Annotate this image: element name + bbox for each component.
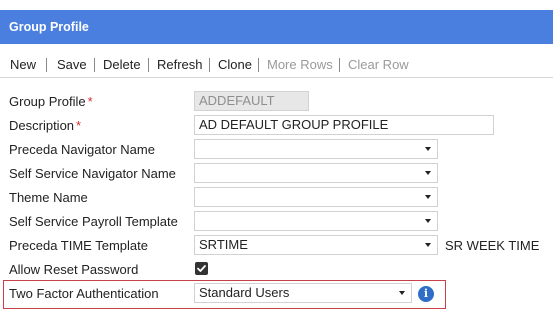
toolbar-divider — [148, 58, 149, 72]
chevron-down-icon — [425, 243, 431, 247]
save-button[interactable]: Save — [57, 57, 87, 72]
toolbar: New Save Delete Refresh Clone More Rows … — [0, 52, 553, 78]
description-label: Description * — [9, 118, 81, 133]
page-header: Group Profile — [0, 10, 553, 44]
chevron-down-icon — [425, 219, 431, 223]
group-profile-label: Group Profile * — [9, 94, 93, 109]
info-icon[interactable]: i — [418, 286, 434, 302]
refresh-button[interactable]: Refresh — [157, 57, 203, 72]
preceda-time-template-select[interactable]: SRTIME — [194, 235, 438, 255]
self-service-navigator-name-select[interactable] — [194, 163, 438, 183]
toolbar-divider — [46, 58, 47, 72]
required-marker: * — [76, 118, 82, 133]
preceda-time-template-label: Preceda TIME Template — [9, 238, 148, 253]
chevron-down-icon — [425, 195, 431, 199]
preceda-time-template-value: SRTIME — [199, 237, 248, 252]
clone-button[interactable]: Clone — [218, 57, 252, 72]
toolbar-divider — [209, 58, 210, 72]
theme-name-select[interactable] — [194, 187, 438, 207]
two-factor-authentication-value: Standard Users — [199, 285, 290, 300]
chevron-down-icon — [425, 171, 431, 175]
page-title: Group Profile — [9, 20, 89, 34]
description-input[interactable]: AD DEFAULT GROUP PROFILE — [194, 115, 494, 135]
delete-button[interactable]: Delete — [103, 57, 141, 72]
group-profile-label-text: Group Profile — [9, 94, 86, 109]
required-marker: * — [87, 94, 93, 109]
preceda-time-template-description: SR WEEK TIME — [445, 238, 540, 253]
theme-name-label: Theme Name — [9, 190, 88, 205]
clear-row-button[interactable]: Clear Row — [348, 57, 409, 72]
chevron-down-icon — [425, 147, 431, 151]
chevron-down-icon — [399, 291, 405, 295]
toolbar-divider — [94, 58, 95, 72]
check-icon — [197, 265, 206, 272]
two-factor-authentication-select[interactable]: Standard Users — [194, 283, 412, 303]
preceda-navigator-name-select[interactable] — [194, 139, 438, 159]
toolbar-divider — [339, 58, 340, 72]
allow-reset-password-label: Allow Reset Password — [9, 262, 139, 277]
self-service-payroll-template-label: Self Service Payroll Template — [9, 214, 178, 229]
preceda-navigator-name-label: Preceda Navigator Name — [9, 142, 155, 157]
group-profile-field: ADDEFAULT — [194, 91, 309, 111]
self-service-payroll-template-select[interactable] — [194, 211, 438, 231]
two-factor-authentication-label: Two Factor Authentication — [9, 286, 159, 301]
self-service-navigator-name-label: Self Service Navigator Name — [9, 166, 176, 181]
new-button[interactable]: New — [10, 57, 36, 72]
description-label-text: Description — [9, 118, 75, 133]
toolbar-divider — [258, 58, 259, 72]
more-rows-button[interactable]: More Rows — [267, 57, 333, 72]
allow-reset-password-checkbox[interactable] — [195, 262, 208, 275]
